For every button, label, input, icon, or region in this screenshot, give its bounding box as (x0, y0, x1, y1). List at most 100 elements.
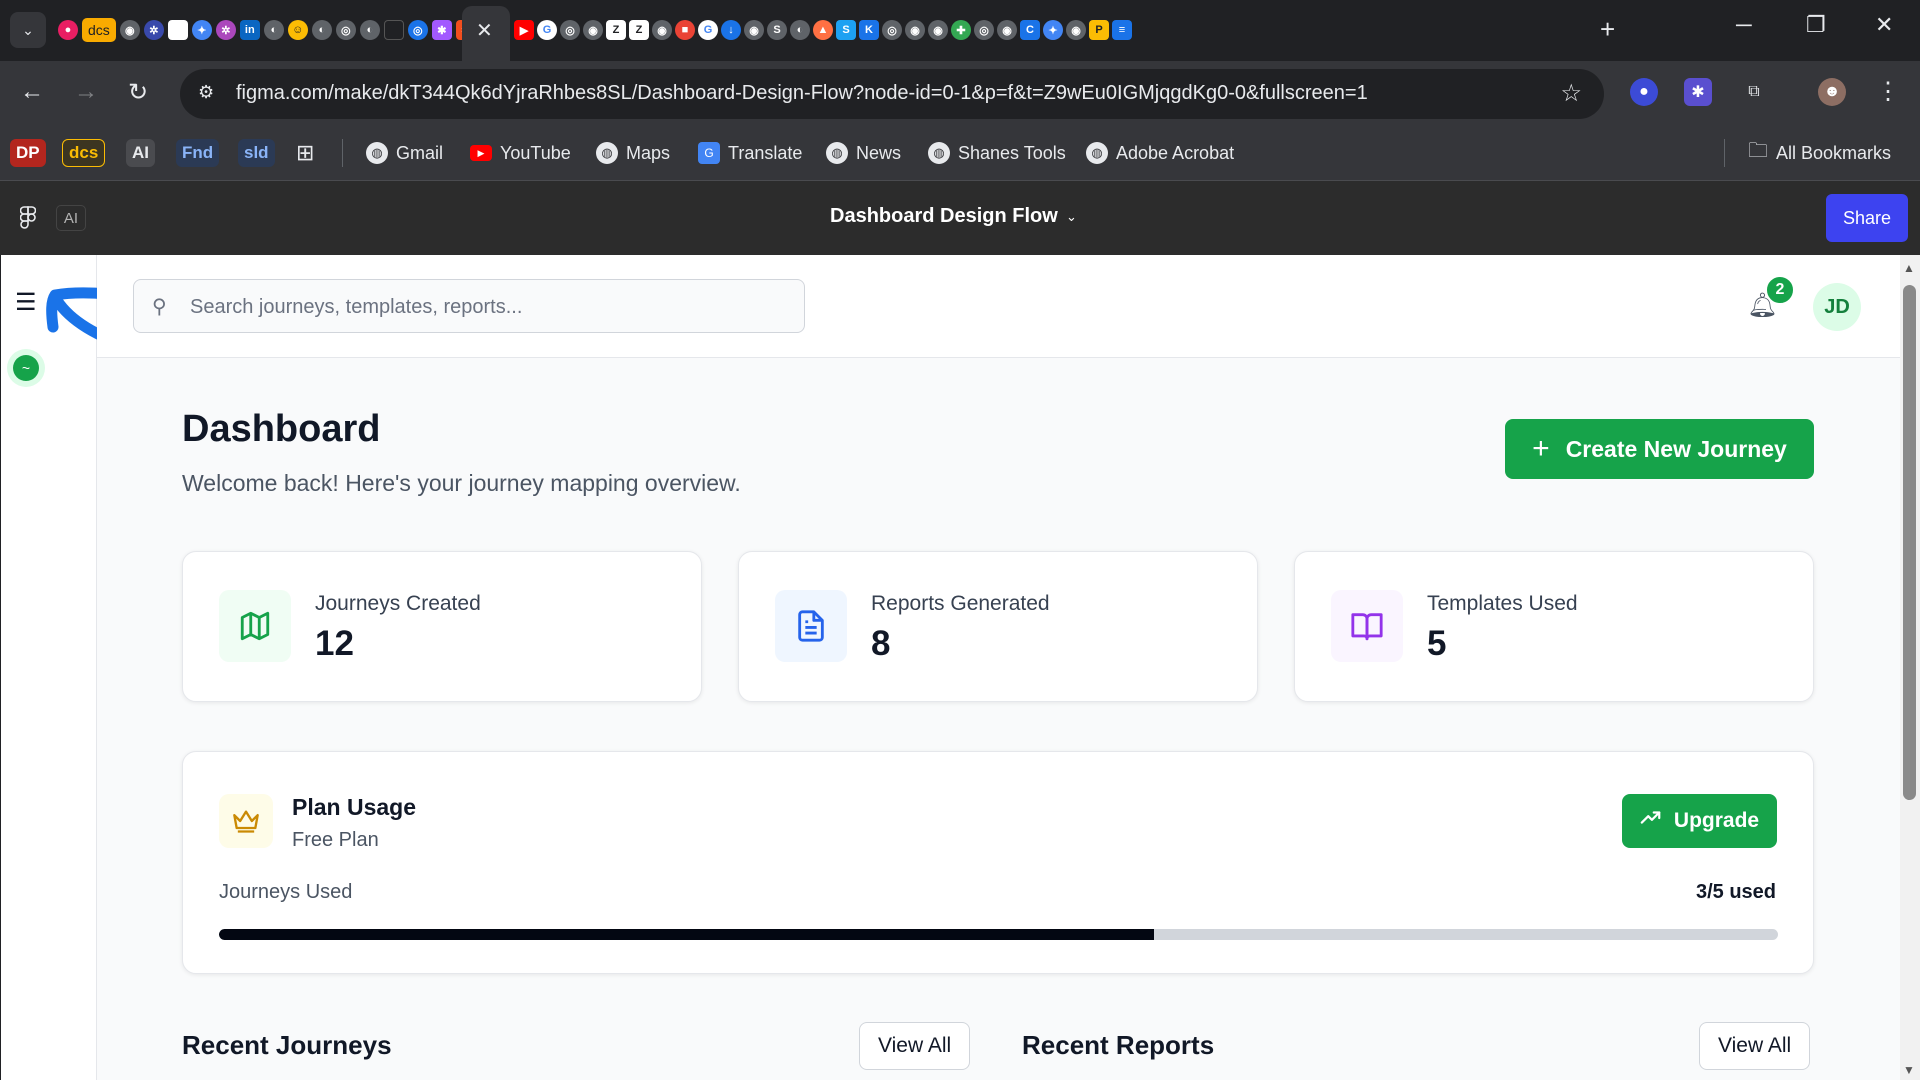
forward-icon[interactable]: → (74, 78, 98, 106)
chrome-menu-icon[interactable]: ⋮ (1876, 77, 1900, 106)
plan-name: Free Plan (292, 829, 379, 851)
scroll-up-icon[interactable]: ▲ (1903, 261, 1915, 275)
tab-favicon[interactable]: ✲ (143, 20, 164, 40)
tab-favicon[interactable]: ▶ (514, 20, 534, 40)
tab-favicon[interactable]: ◉ (997, 20, 1017, 40)
tab-favicon[interactable]: ◉ (119, 20, 140, 40)
bookmark-chip-dp[interactable]: DP (10, 139, 46, 167)
tab-favicon[interactable] (167, 20, 188, 40)
tab-favicon[interactable]: ✚ (951, 20, 971, 40)
bookmark-translate[interactable]: G Translate (698, 139, 802, 167)
tab-favicon[interactable]: ◉ (905, 20, 925, 40)
profile-avatar-icon[interactable]: ☻ (1818, 78, 1846, 106)
status-indicator-icon[interactable]: ~ (13, 355, 39, 381)
bookmark-chip-dcs[interactable]: dcs (62, 139, 106, 167)
scrollbar-thumb[interactable] (1903, 285, 1916, 800)
tab-favicon[interactable]: ◎ (882, 20, 902, 40)
bookmark-news[interactable]: ◍ News (826, 139, 901, 167)
tab-favicon[interactable]: ◐ (359, 20, 380, 40)
tab-favicon[interactable] (383, 20, 404, 40)
bookmark-gmail[interactable]: ◍ Gmail (366, 139, 443, 167)
search-icon: ⚲ (152, 296, 167, 318)
view-all-reports-button[interactable]: View All (1699, 1022, 1811, 1070)
figma-ai-button[interactable]: AI (56, 205, 86, 231)
extension-icon[interactable]: ● (1630, 78, 1658, 106)
create-new-journey-button[interactable]: + Create New Journey (1505, 419, 1814, 479)
site-info-icon[interactable]: ⚙ (198, 82, 222, 106)
tab-favicon[interactable]: ◐ (790, 20, 810, 40)
avatar[interactable]: JD (1813, 283, 1861, 331)
tab-favicon[interactable]: ↓ (721, 20, 741, 40)
reload-icon[interactable]: ↻ (128, 78, 148, 107)
bookmark-adobe-acrobat[interactable]: ◍ Adobe Acrobat (1086, 139, 1234, 167)
tab-favicon[interactable]: Z (629, 20, 649, 40)
tab-favicon[interactable]: ✦ (1043, 20, 1063, 40)
figma-header: AI Dashboard Design Flow ⌄ Share (0, 181, 1920, 255)
tab-favicon[interactable]: ✲ (215, 20, 236, 40)
document-icon (775, 590, 847, 662)
scroll-down-icon[interactable]: ▼ (1903, 1063, 1915, 1077)
tab-favicon[interactable]: ◉ (744, 20, 764, 40)
bookmark-youtube[interactable]: ▶ YouTube (470, 139, 571, 167)
tab-favicon[interactable]: ◐ (311, 20, 332, 40)
tab-favicon[interactable]: ■ (675, 20, 695, 40)
tab-favicon[interactable]: ◎ (560, 20, 580, 40)
bookmark-chip-fnd[interactable]: Fnd (176, 139, 220, 167)
close-window-icon[interactable]: ✕ (1875, 12, 1893, 38)
bookmark-star-icon[interactable]: ☆ (1560, 79, 1582, 108)
tab-favicon[interactable]: ◉ (583, 20, 603, 40)
all-bookmarks[interactable]: 🗀 All Bookmarks (1748, 139, 1891, 167)
apps-grid-icon[interactable]: ⊞ (296, 139, 314, 167)
tab-favicon[interactable]: ◎ (974, 20, 994, 40)
figma-logo-icon[interactable] (19, 206, 37, 236)
back-icon[interactable]: ← (20, 78, 44, 106)
tab-group-dcs[interactable]: dcs (82, 18, 116, 42)
tab-favicon[interactable]: in (239, 20, 260, 40)
tab-search-button[interactable]: ⌄ (10, 12, 46, 48)
address-bar[interactable]: ⚙ figma.com/make/dkT344Qk6dYjraRhbes8SL/… (180, 69, 1604, 119)
tab-favicon[interactable]: ✦ (191, 20, 212, 40)
minimize-icon[interactable]: ─ (1736, 12, 1752, 38)
bookmark-maps[interactable]: ◍ Maps (596, 139, 670, 167)
tab-favicon[interactable]: ◎ (407, 20, 428, 40)
tab-favicon[interactable]: P (1089, 20, 1109, 40)
tab-favicon[interactable]: C (1020, 20, 1040, 40)
extension-icon[interactable]: ✱ (1684, 78, 1712, 106)
tab-favicon[interactable]: ● (58, 20, 78, 40)
tab-favicon[interactable]: K (859, 20, 879, 40)
tab-favicon[interactable]: ◉ (652, 20, 672, 40)
new-tab-icon[interactable]: + (1600, 14, 1615, 45)
tab-favicon[interactable]: ☺ (287, 20, 308, 40)
active-tab[interactable]: ✕ (462, 6, 510, 61)
bookmark-chip-ai[interactable]: AI (126, 139, 155, 167)
tab-favicon[interactable]: S (767, 20, 787, 40)
bookmark-shanes-tools[interactable]: ◍ Shanes Tools (928, 139, 1066, 167)
url-text[interactable]: figma.com/make/dkT344Qk6dYjraRhbes8SL/Da… (236, 82, 1368, 105)
bookmark-divider (1724, 139, 1725, 167)
menu-icon[interactable]: ☰ (15, 291, 37, 315)
upgrade-button[interactable]: Upgrade (1622, 794, 1777, 848)
bookmark-chip-sld[interactable]: sld (238, 139, 275, 167)
restore-icon[interactable]: ❐ (1806, 12, 1826, 38)
tab-favicon[interactable]: ≡ (1112, 20, 1132, 40)
tab-favicon[interactable]: G (698, 20, 718, 40)
tab-favicon[interactable]: ◉ (1066, 20, 1086, 40)
tab-favicon[interactable]: G (537, 20, 557, 40)
search-input[interactable] (190, 292, 780, 322)
tab-favicon[interactable]: ◉ (928, 20, 948, 40)
file-title[interactable]: Dashboard Design Flow (830, 205, 1058, 228)
tab-favicon[interactable]: ◎ (335, 20, 356, 40)
tab-favicon[interactable]: Z (606, 20, 626, 40)
close-tab-icon[interactable]: ✕ (476, 18, 493, 43)
view-all-journeys-button[interactable]: View All (859, 1022, 971, 1070)
tab-favicon[interactable]: ◐ (263, 20, 284, 40)
extensions-puzzle-icon[interactable]: ⧉ (1740, 78, 1768, 106)
chevron-down-icon[interactable]: ⌄ (1066, 209, 1077, 225)
tab-favicon[interactable]: ▲ (813, 20, 833, 40)
plus-icon: + (1532, 432, 1550, 465)
globe-icon: ◍ (596, 142, 618, 164)
tab-favicon[interactable]: ✱ (431, 20, 452, 40)
tab-favicon[interactable]: S (836, 20, 856, 40)
share-button[interactable]: Share (1826, 194, 1908, 242)
recent-reports-title: Recent Reports (1022, 1030, 1215, 1060)
